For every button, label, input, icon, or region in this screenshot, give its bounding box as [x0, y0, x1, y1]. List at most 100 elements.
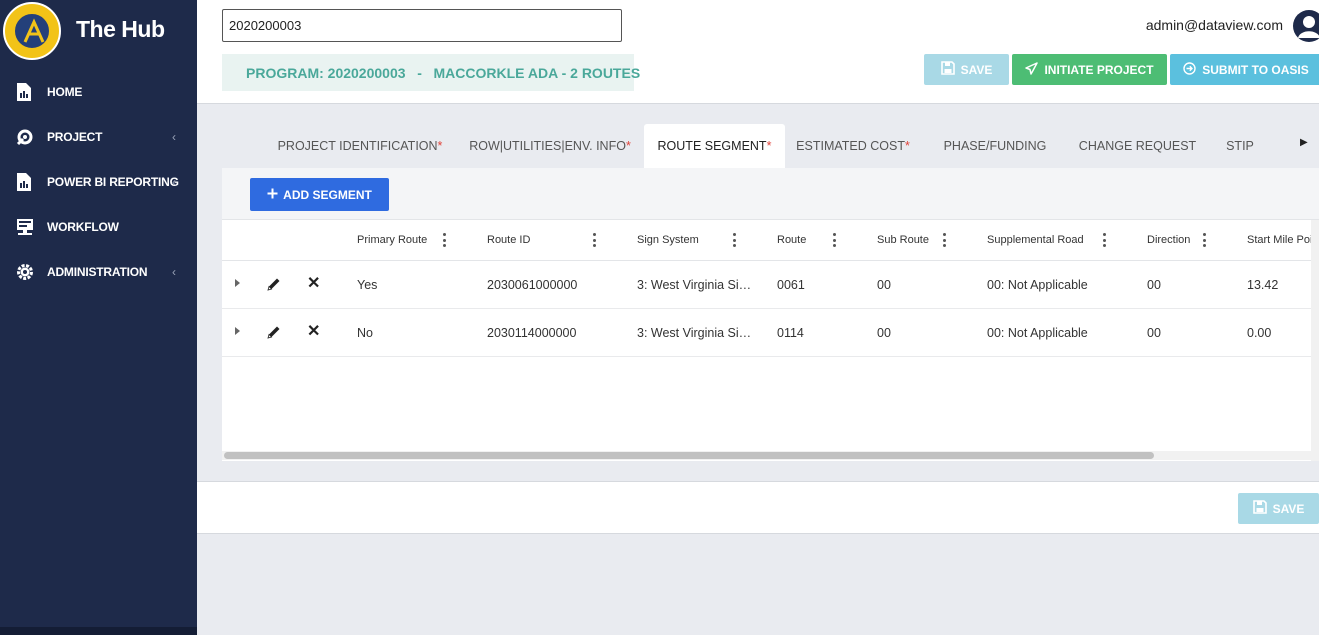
tab-stip[interactable]: STIP: [1217, 124, 1263, 168]
required-marker: *: [766, 139, 772, 153]
cell-sign-system: 3: West Virginia Si…: [637, 277, 752, 292]
sidebar-item-workflow[interactable]: WORKFLOW: [0, 207, 197, 247]
sidebar-item-label: PROJECT: [47, 130, 103, 144]
program-banner: PROGRAM: 2020200003 - MACCORKLE ADA - 2 …: [222, 54, 640, 91]
cell-sign-system: 3: West Virginia Si…: [637, 325, 752, 340]
cell-primary-route: Yes: [357, 277, 378, 292]
expand-row-icon[interactable]: [235, 279, 240, 287]
user-avatar-icon[interactable]: [1293, 10, 1319, 42]
column-header-primary-route[interactable]: Primary Route: [357, 220, 427, 260]
column-header-direction[interactable]: Direction: [1147, 220, 1190, 260]
horizontal-scrollbar[interactable]: [222, 451, 1311, 460]
wvdot-logo: [3, 2, 61, 60]
paper-plane-icon: [1025, 61, 1039, 78]
sidebar-item-label: ADMINISTRATION: [47, 265, 148, 279]
header: admin@dataview.com PROGRAM: 2020200003 -…: [197, 0, 1319, 104]
plus-icon: [267, 188, 278, 202]
grid-toolbar: ADD SEGMENT: [222, 168, 1319, 220]
vertical-scrollbar[interactable]: [1311, 220, 1319, 461]
initiate-project-button[interactable]: INITIATE PROJECT: [1012, 54, 1167, 85]
column-menu-icon[interactable]: [592, 233, 596, 247]
gear-icon: [16, 263, 34, 281]
initiate-project-label: INITIATE PROJECT: [1044, 62, 1154, 77]
column-header-sub-route[interactable]: Sub Route: [877, 220, 929, 260]
column-header-sign-system[interactable]: Sign System: [637, 220, 699, 260]
tab-label: PHASE/FUNDING: [943, 139, 1047, 153]
edit-pencil-icon[interactable]: [266, 324, 282, 340]
program-search-input[interactable]: [222, 9, 622, 42]
column-menu-icon[interactable]: [1102, 233, 1106, 247]
column-menu-icon[interactable]: [1202, 233, 1206, 247]
cell-direction: 00: [1147, 277, 1161, 292]
save-button-label: SAVE: [960, 62, 993, 77]
submit-to-oasis-label: SUBMIT TO OASIS: [1202, 62, 1309, 77]
tab-project-identification[interactable]: PROJECT IDENTIFICATION *: [265, 124, 455, 168]
brand: The Hub: [0, 0, 197, 64]
cell-start-mile-point: 13.42: [1247, 277, 1279, 292]
sidebar-item-home[interactable]: HOME: [0, 72, 197, 112]
column-header-route-id[interactable]: Route ID: [487, 220, 530, 260]
tab-label: ROUTE SEGMENT: [657, 139, 767, 153]
add-segment-button[interactable]: ADD SEGMENT: [250, 178, 389, 211]
add-segment-label: ADD SEGMENT: [283, 187, 372, 202]
sidebar-item-project[interactable]: PROJECT ‹: [0, 117, 197, 157]
app-title: The Hub: [76, 16, 165, 42]
sidebar: The Hub HOME PROJECT ‹ POWER BI REPORTIN…: [0, 0, 197, 635]
sidebar-item-power-bi-reporting[interactable]: POWER BI REPORTING ‹: [0, 162, 197, 202]
horizontal-scrollbar-thumb[interactable]: [224, 452, 1154, 459]
tab-label: PROJECT IDENTIFICATION: [277, 139, 438, 153]
tab-phase-funding[interactable]: PHASE/FUNDING: [937, 124, 1053, 168]
tab-scroll-right-icon[interactable]: ▶: [1300, 137, 1308, 148]
route-segment-panel: ADD SEGMENT Primary Route Route ID Sign …: [222, 168, 1319, 461]
cell-route-id: 2030061000000: [487, 277, 578, 292]
tab-route-segment[interactable]: ROUTE SEGMENT *: [644, 124, 785, 168]
save-button[interactable]: SAVE: [924, 54, 1009, 85]
tab-label: STIP: [1226, 139, 1254, 153]
column-header-start-mile-point[interactable]: Start Mile Poi: [1247, 220, 1312, 260]
tab-estimated-cost[interactable]: ESTIMATED COST *: [793, 124, 913, 168]
arrow-circle-right-icon: [1183, 61, 1196, 78]
tab-change-request[interactable]: CHANGE REQUEST: [1075, 124, 1200, 168]
tab-label: ROW|UTILITIES|ENV. INFO: [469, 139, 626, 153]
sidebar-item-administration[interactable]: ADMINISTRATION ‹: [0, 252, 197, 292]
table-row[interactable]: ✕ Yes 2030061000000 3: West Virginia Si……: [222, 261, 1319, 309]
cell-route: 0114: [777, 325, 804, 340]
column-header-supplemental-road[interactable]: Supplemental Road: [987, 220, 1084, 260]
sidebar-item-label: POWER BI REPORTING: [47, 175, 179, 189]
report-icon: [16, 83, 34, 101]
save-button-bottom[interactable]: SAVE: [1238, 493, 1319, 524]
chevron-left-icon: ‹: [172, 265, 176, 279]
tab-label: ESTIMATED COST: [796, 139, 905, 153]
cell-route: 0061: [777, 277, 805, 292]
cell-supplemental-road: 00: Not Applicable: [987, 325, 1088, 340]
cell-sub-route: 00: [877, 325, 891, 340]
save-icon: [1252, 500, 1267, 517]
cell-supplemental-road: 00: Not Applicable: [987, 277, 1088, 292]
column-menu-icon[interactable]: [832, 233, 836, 247]
save-icon: [940, 61, 955, 78]
column-header-route[interactable]: Route: [777, 220, 806, 260]
cell-sub-route: 00: [877, 277, 891, 292]
delete-x-icon[interactable]: ✕: [307, 276, 321, 292]
tab-bar: PROJECT IDENTIFICATION * ROW|UTILITIES|EN…: [265, 124, 1319, 168]
grid-header: Primary Route Route ID Sign System Route…: [222, 220, 1319, 261]
required-marker: *: [437, 139, 443, 153]
delete-x-icon[interactable]: ✕: [307, 324, 321, 340]
cell-primary-route: No: [357, 325, 373, 340]
footer-bar: SAVE: [197, 481, 1319, 534]
expand-row-icon[interactable]: [235, 327, 240, 335]
workflow-icon: [16, 218, 34, 236]
tab-row-utilities-env-info[interactable]: ROW|UTILITIES|ENV. INFO *: [465, 124, 635, 168]
user-email: admin@dataview.com: [1145, 17, 1283, 33]
cell-route-id: 2030114000000: [487, 325, 577, 340]
cell-direction: 00: [1147, 325, 1161, 340]
column-menu-icon[interactable]: [732, 233, 736, 247]
column-menu-icon[interactable]: [942, 233, 946, 247]
chevron-left-icon: ‹: [172, 130, 176, 144]
edit-pencil-icon[interactable]: [266, 276, 282, 292]
tab-label: CHANGE REQUEST: [1078, 139, 1197, 153]
sidebar-footer: [0, 627, 197, 635]
submit-to-oasis-button[interactable]: SUBMIT TO OASIS: [1170, 54, 1319, 85]
table-row[interactable]: ✕ No 2030114000000 3: West Virginia Si… …: [222, 309, 1319, 357]
column-menu-icon[interactable]: [442, 233, 446, 247]
